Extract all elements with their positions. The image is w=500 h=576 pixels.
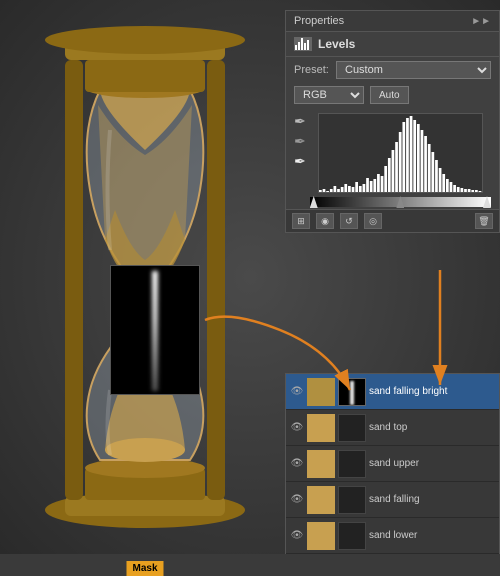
eyedropper-tools: ✒ ✒ ✒ — [294, 109, 306, 207]
white-point-eyedropper[interactable]: ✒ — [294, 153, 306, 170]
clip-button[interactable]: ◎ — [364, 213, 382, 229]
properties-title-row: Properties — [294, 15, 344, 27]
layer-eye-icon[interactable]: 👁 — [290, 421, 304, 435]
highlight-slider[interactable] — [483, 196, 491, 208]
channel-row: RGB Red Green Blue Auto — [286, 83, 499, 107]
layer-thumb-sand-upper — [307, 450, 335, 478]
layer-mask-empty — [338, 414, 366, 442]
reset-button[interactable]: ↺ — [340, 213, 358, 229]
levels-label: Levels — [318, 37, 355, 51]
output-levels-bar — [310, 197, 491, 207]
layers-panel: 👁 sand falling bright 👁 sand top 👁 sand … — [285, 373, 500, 554]
layer-name-sand-upper: sand upper — [369, 458, 495, 469]
layer-name-sand-falling-bright: sand falling bright — [369, 386, 495, 397]
layer-name-sand-falling: sand falling — [369, 494, 495, 505]
levels-icon-bar — [298, 42, 300, 50]
black-point-eyedropper[interactable]: ✒ — [294, 113, 306, 130]
levels-icon — [294, 37, 312, 51]
properties-header: Properties ►► — [286, 11, 499, 32]
delete-button[interactable]: 🗑 — [475, 213, 493, 229]
panel-expand-icon[interactable]: ►► — [471, 16, 491, 27]
mask-sand-stream — [152, 271, 158, 391]
properties-panel: Properties ►► Levels Preset: Custom — [285, 10, 500, 233]
layer-thumb-sand-lower — [307, 522, 335, 550]
histogram-area — [318, 113, 483, 193]
layer-thumb-sand-falling-bright — [307, 378, 335, 406]
preset-row: Preset: Custom — [286, 57, 499, 83]
auto-button[interactable]: Auto — [370, 86, 409, 104]
histogram-container — [310, 109, 491, 207]
levels-icon-bar — [301, 38, 303, 50]
layer-name-sand-top: sand top — [369, 422, 495, 433]
hourglass-area: Mask — [0, 0, 290, 554]
layer-thumb-sand-top — [307, 414, 335, 442]
preset-label: Preset: — [294, 64, 330, 76]
layer-row[interactable]: 👁 sand falling — [286, 482, 499, 518]
main-container: Mask Properties ►► Levels Preset: — [0, 0, 500, 554]
gray-point-eyedropper[interactable]: ✒ — [294, 133, 306, 150]
preset-select[interactable]: Custom — [336, 61, 491, 79]
layer-row[interactable]: 👁 sand upper — [286, 446, 499, 482]
levels-header: Levels — [286, 32, 499, 57]
layer-mask-thumb — [338, 378, 366, 406]
shadow-slider[interactable] — [310, 196, 318, 208]
levels-icon-bar — [304, 43, 306, 50]
histogram-svg — [319, 114, 482, 192]
mask-overlay-inner — [111, 266, 199, 394]
layer-thumb-sand-falling — [307, 486, 335, 514]
layer-row[interactable]: 👁 sand top — [286, 410, 499, 446]
layer-mask-empty — [338, 486, 366, 514]
layer-name-sand-lower: sand lower — [369, 530, 495, 541]
levels-icon-bars — [294, 37, 312, 51]
properties-toolbar: ⊞ ◉ ↺ ◎ 🗑 — [286, 209, 499, 232]
layer-mask-empty — [338, 522, 366, 550]
layer-mask-empty — [338, 450, 366, 478]
mask-overlay — [110, 265, 200, 395]
layer-eye-icon[interactable]: 👁 — [290, 529, 304, 543]
layer-row[interactable]: 👁 sand falling bright — [286, 374, 499, 410]
properties-title: Properties — [294, 15, 344, 27]
layer-eye-icon[interactable]: 👁 — [290, 385, 304, 399]
layer-row[interactable]: 👁 sand lower — [286, 518, 499, 554]
channel-select[interactable]: RGB Red Green Blue — [294, 86, 364, 104]
levels-icon-bar — [295, 45, 297, 50]
layer-mask-stream — [350, 381, 354, 405]
mask-label: Mask — [126, 561, 163, 576]
midtone-slider[interactable] — [396, 196, 404, 208]
new-adjustment-button[interactable]: ⊞ — [292, 213, 310, 229]
visibility-button[interactable]: ◉ — [316, 213, 334, 229]
layer-eye-icon[interactable]: 👁 — [290, 493, 304, 507]
levels-icon-bar — [307, 40, 309, 50]
histogram-eyedropper-row: ✒ ✒ ✒ — [294, 109, 491, 207]
layer-eye-icon[interactable]: 👁 — [290, 457, 304, 471]
